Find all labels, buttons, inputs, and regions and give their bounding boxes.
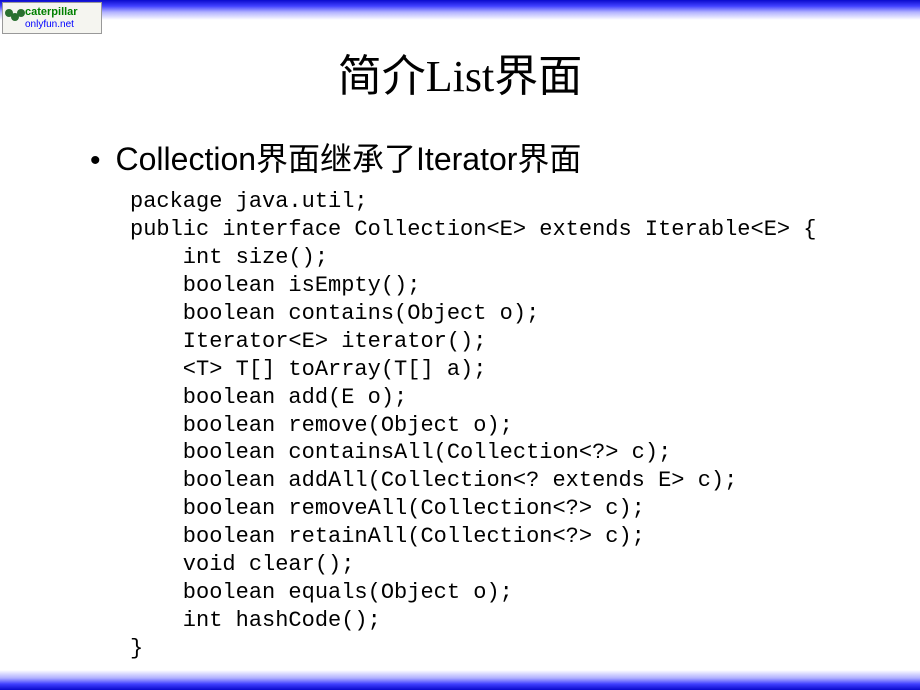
slide-content: 简介List界面 • Collection界面继承了Iterator界面 pac…	[0, 30, 920, 663]
logo-text-url: onlyfun.net	[25, 20, 101, 30]
code-block: package java.util; public interface Coll…	[130, 188, 880, 663]
logo-text-caterpillar: caterpillar	[25, 7, 101, 18]
bullet-item: • Collection界面继承了Iterator界面	[90, 134, 880, 180]
bullet-marker: •	[90, 144, 101, 178]
logo-badge: caterpillar onlyfun.net	[2, 2, 102, 34]
slide-title: 简介List界面	[40, 40, 880, 104]
caterpillar-icon	[5, 9, 25, 21]
bullet-text: Collection界面继承了Iterator界面	[116, 134, 582, 180]
bottom-gradient-bar	[0, 670, 920, 690]
top-gradient-bar	[0, 0, 920, 20]
